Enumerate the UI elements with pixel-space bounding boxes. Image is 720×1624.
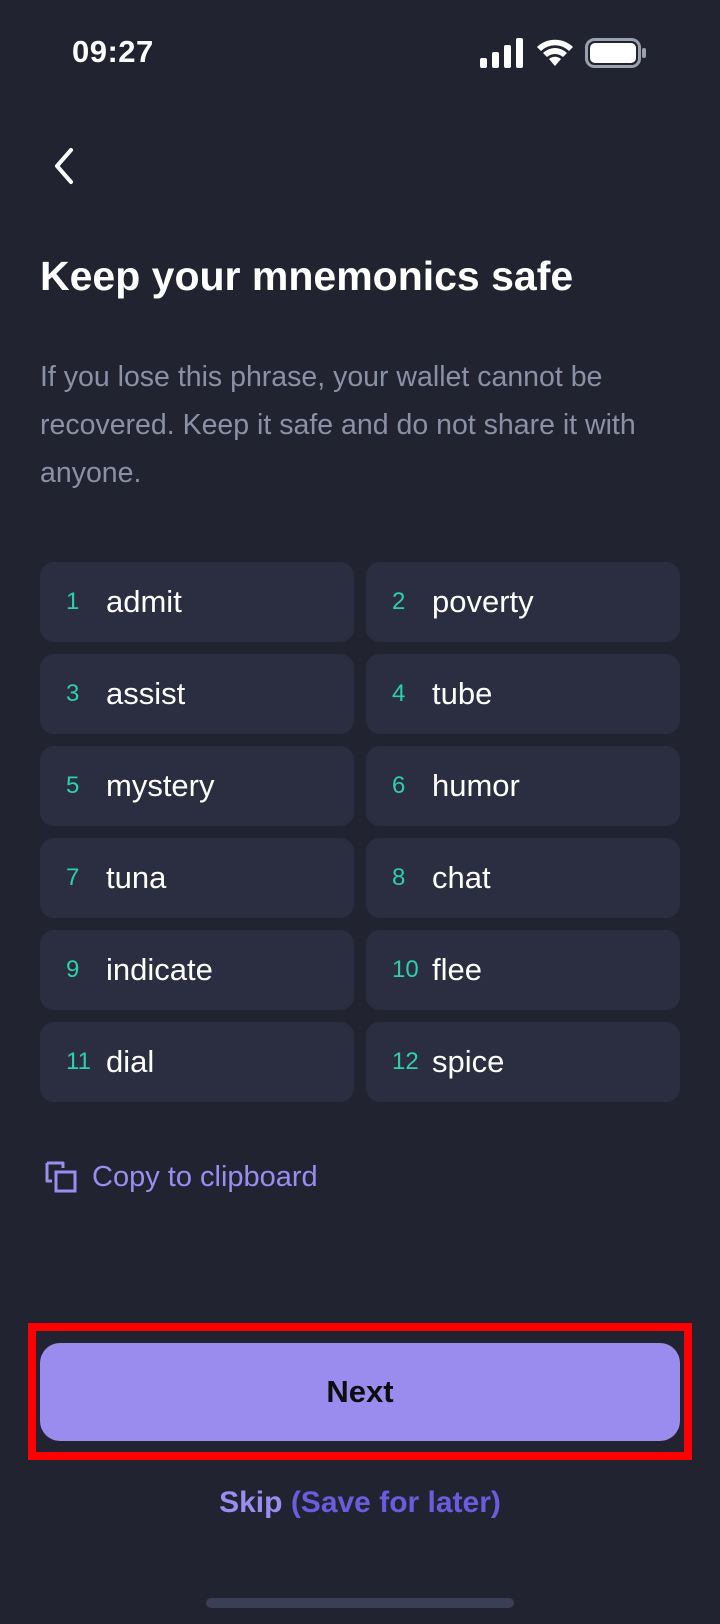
word-text: chat <box>432 860 491 895</box>
next-button[interactable]: Next <box>40 1343 680 1441</box>
word-index: 8 <box>392 864 406 891</box>
skip-sublabel: (Save for later) <box>290 1486 501 1519</box>
word-index: 11 <box>66 1048 91 1075</box>
word-cell-10: 10 flee <box>366 930 680 1010</box>
mnemonic-word-grid: 1 admit 2 poverty 3 assist 4 tube 5 myst… <box>40 562 680 1102</box>
word-text: poverty <box>432 584 534 619</box>
mnemonic-screen: 09:27 Keep your mnemonics safe If you lo… <box>0 0 720 1624</box>
word-text: dial <box>106 1044 155 1079</box>
skip-label: Skip <box>219 1486 283 1519</box>
word-cell-2: 2 poverty <box>366 562 680 642</box>
word-cell-9: 9 indicate <box>40 930 354 1010</box>
word-index: 6 <box>392 772 406 799</box>
copy-icon <box>45 1161 77 1193</box>
word-text: flee <box>432 952 482 987</box>
word-cell-12: 12 spice <box>366 1022 680 1102</box>
word-index: 10 <box>392 956 419 983</box>
wifi-icon <box>537 39 573 66</box>
word-text: indicate <box>106 952 213 987</box>
chevron-left-icon <box>55 148 73 184</box>
word-text: assist <box>106 676 186 711</box>
skip-button[interactable]: Skip (Save for later) <box>0 1486 720 1520</box>
word-index: 9 <box>66 956 80 983</box>
word-cell-6: 6 humor <box>366 746 680 826</box>
word-index: 3 <box>66 680 80 707</box>
word-text: admit <box>106 584 182 619</box>
word-text: tuna <box>106 860 167 895</box>
word-index: 5 <box>66 772 80 799</box>
word-cell-5: 5 mystery <box>40 746 354 826</box>
word-text: mystery <box>106 768 215 803</box>
page-description: If you lose this phrase, your wallet can… <box>40 361 636 489</box>
battery-icon <box>585 38 646 68</box>
copy-to-clipboard-button[interactable]: Copy to clipboard <box>44 1152 318 1202</box>
word-index: 4 <box>392 680 406 707</box>
word-index: 2 <box>392 588 406 615</box>
word-text: tube <box>432 676 493 711</box>
back-button[interactable] <box>34 136 94 196</box>
page-title: Keep your mnemonics safe <box>40 253 574 299</box>
word-cell-1: 1 admit <box>40 562 354 642</box>
word-text: humor <box>432 768 520 803</box>
word-index: 12 <box>392 1048 419 1075</box>
word-index: 7 <box>66 864 80 891</box>
word-cell-11: 11 dial <box>40 1022 354 1102</box>
word-text: spice <box>432 1044 505 1079</box>
word-cell-3: 3 assist <box>40 654 354 734</box>
copy-label: Copy to clipboard <box>92 1160 318 1193</box>
home-indicator <box>206 1598 514 1608</box>
word-index: 1 <box>66 588 80 615</box>
word-cell-8: 8 chat <box>366 838 680 918</box>
status-time: 09:27 <box>72 34 154 69</box>
status-bar: 09:27 <box>0 0 720 110</box>
word-cell-7: 7 tuna <box>40 838 354 918</box>
signal-icon <box>480 38 523 68</box>
word-cell-4: 4 tube <box>366 654 680 734</box>
